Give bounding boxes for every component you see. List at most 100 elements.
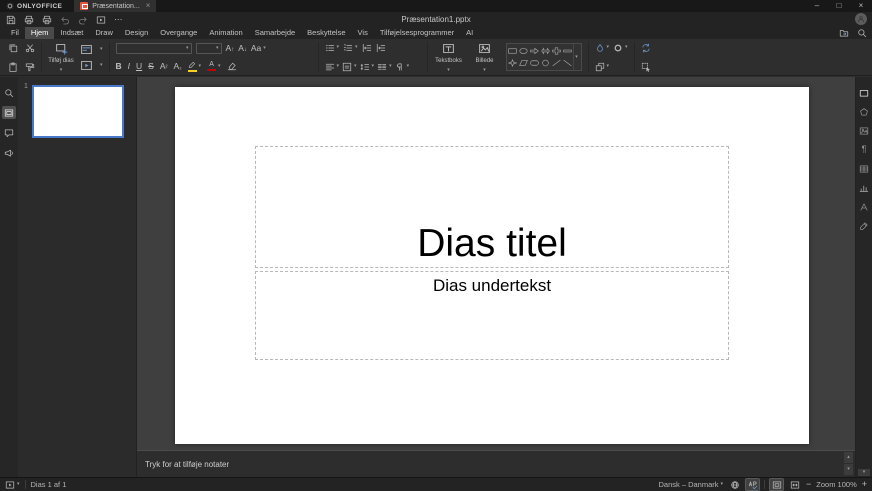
tab-tilfoejelsesprogrammer[interactable]: Tilføjelsesprogrammer xyxy=(374,27,460,39)
spell-check-toggle[interactable] xyxy=(746,479,759,490)
slide-settings-button[interactable] xyxy=(857,86,871,99)
start-slideshow-statusbar-button[interactable]: ▾ xyxy=(5,480,20,490)
superscript-button[interactable]: A² xyxy=(160,62,168,71)
fit-to-width-button[interactable] xyxy=(788,479,801,490)
slide-layout-dropdown[interactable]: ▾ xyxy=(80,43,103,56)
set-language-button[interactable] xyxy=(728,479,741,490)
bold-button[interactable]: B xyxy=(116,62,122,71)
slide-theme-dropdown[interactable]: ▾ xyxy=(80,59,103,72)
textart-settings-button[interactable] xyxy=(857,200,871,213)
columns-dropdown[interactable]: ▾ xyxy=(377,62,392,72)
insert-textbox-button[interactable]: Tekstboks ▾ xyxy=(434,42,464,73)
tab-ai[interactable]: AI xyxy=(460,27,479,39)
tab-beskyttelse[interactable]: Beskyttelse xyxy=(301,27,351,39)
start-slideshow-icon[interactable] xyxy=(96,15,106,25)
highlight-color-dropdown[interactable]: ▾ xyxy=(188,61,202,72)
tab-samarbejde[interactable]: Samarbejde xyxy=(249,27,301,39)
copy-icon[interactable] xyxy=(8,43,18,53)
shape-gallery[interactable]: ▾ xyxy=(506,43,582,71)
shape-fill-dropdown[interactable]: ▾ xyxy=(595,43,610,53)
subscript-button[interactable]: A₂ xyxy=(174,62,182,71)
shape-arrow-leftright-icon[interactable] xyxy=(541,47,550,55)
shape-oval-icon[interactable] xyxy=(541,59,550,67)
tab-hjem[interactable]: Hjem xyxy=(25,27,55,39)
previous-slide-button[interactable]: ▴ xyxy=(844,452,853,463)
slide[interactable]: Dias titel Dias undertekst xyxy=(175,87,809,444)
document-tab[interactable]: Præsentation... × xyxy=(74,0,156,12)
save-icon[interactable] xyxy=(6,15,16,25)
shape-rounded-rectangle-icon[interactable] xyxy=(530,59,539,67)
add-slide-button[interactable]: Tilføj dias ▾ xyxy=(48,42,74,73)
clear-style-icon[interactable] xyxy=(227,61,237,71)
print-icon[interactable] xyxy=(24,15,34,25)
user-avatar[interactable] xyxy=(855,13,867,25)
language-selector[interactable]: Dansk – Danmark ▾ xyxy=(658,480,723,489)
redo-icon[interactable] xyxy=(78,15,88,25)
tab-design[interactable]: Design xyxy=(119,27,154,39)
shape-line-icon[interactable] xyxy=(552,59,561,67)
fit-to-slide-button[interactable] xyxy=(770,479,783,490)
numbered-list-dropdown[interactable]: ▾ xyxy=(343,43,358,53)
select-all-icon[interactable] xyxy=(641,62,651,72)
chart-settings-button[interactable] xyxy=(857,181,871,194)
window-close-button[interactable]: × xyxy=(850,0,872,12)
feedback-button[interactable] xyxy=(2,146,16,159)
font-color-dropdown[interactable]: A ▾ xyxy=(207,61,221,71)
shape-diagonal-line-icon[interactable] xyxy=(563,59,572,67)
shape-settings-button[interactable] xyxy=(857,105,871,118)
slide-thumbnail[interactable] xyxy=(32,85,124,138)
quick-print-icon[interactable] xyxy=(42,15,52,25)
italic-button[interactable]: I xyxy=(128,62,130,71)
signature-settings-button[interactable] xyxy=(857,219,871,232)
next-slide-button[interactable]: ▾ xyxy=(844,464,853,475)
decrease-font-size-button[interactable]: A↓ xyxy=(238,44,247,53)
vertical-align-dropdown[interactable]: ▾ xyxy=(342,62,357,72)
shape-rectangle-icon[interactable] xyxy=(508,47,517,55)
insert-image-button[interactable]: Billede ▾ xyxy=(470,42,500,73)
comments-button[interactable] xyxy=(2,126,16,139)
tab-vis[interactable]: Vis xyxy=(352,27,374,39)
window-maximize-button[interactable]: □ xyxy=(828,0,850,12)
shape-star-icon[interactable] xyxy=(508,59,517,67)
zoom-in-button[interactable]: + xyxy=(862,480,867,489)
notes-area[interactable]: Tryk for at tilføje notater ▴ ▾ xyxy=(137,450,855,477)
cut-icon[interactable] xyxy=(25,43,35,53)
slides-panel-button[interactable] xyxy=(2,106,16,119)
tab-indsaet[interactable]: Indsæt xyxy=(54,27,89,39)
shape-minus-icon[interactable] xyxy=(563,47,572,55)
increase-indent-icon[interactable] xyxy=(376,43,386,53)
tab-close-icon[interactable]: × xyxy=(146,2,151,10)
shape-gallery-more-button[interactable]: ▾ xyxy=(573,44,580,70)
arrange-dropdown[interactable]: ▾ xyxy=(595,62,610,72)
shape-outline-dropdown[interactable]: ▾ xyxy=(613,43,628,53)
decrease-indent-icon[interactable] xyxy=(362,43,372,53)
shape-plus-icon[interactable] xyxy=(552,47,561,55)
underline-button[interactable]: U xyxy=(136,62,142,71)
zoom-out-button[interactable]: − xyxy=(806,480,811,489)
window-minimize-button[interactable]: – xyxy=(806,0,828,12)
shape-parallelogram-icon[interactable] xyxy=(519,59,528,67)
image-settings-button[interactable] xyxy=(857,124,871,137)
tab-fil[interactable]: Fil xyxy=(5,27,25,39)
change-case-dropdown[interactable]: Aa ▾ xyxy=(251,44,266,53)
search-icon[interactable] xyxy=(857,28,867,38)
replace-icon[interactable] xyxy=(641,43,651,53)
right-panel-collapse-button[interactable]: ▾ xyxy=(858,469,870,476)
text-direction-dropdown[interactable]: ▾ xyxy=(395,62,410,72)
font-size-combo[interactable]: ▾ xyxy=(196,43,222,54)
horizontal-align-dropdown[interactable]: ▾ xyxy=(325,62,340,72)
customize-quick-access-icon[interactable]: ⋯ xyxy=(114,15,123,24)
font-name-combo[interactable]: ▾ xyxy=(116,43,192,54)
table-settings-button[interactable] xyxy=(857,162,871,175)
tab-overgange[interactable]: Overgange xyxy=(154,27,203,39)
strikethrough-button[interactable]: S xyxy=(148,62,154,71)
line-spacing-dropdown[interactable]: ▾ xyxy=(360,62,375,72)
slide-subtitle-placeholder[interactable]: Dias undertekst xyxy=(255,271,729,360)
undo-icon[interactable] xyxy=(60,15,70,25)
find-button[interactable] xyxy=(2,86,16,99)
shape-arrow-right-icon[interactable] xyxy=(530,47,539,55)
slide-title-placeholder[interactable]: Dias titel xyxy=(255,146,729,268)
zoom-level[interactable]: Zoom 100% xyxy=(816,480,856,489)
increase-font-size-button[interactable]: A↑ xyxy=(226,44,235,53)
paste-icon[interactable] xyxy=(8,62,18,72)
